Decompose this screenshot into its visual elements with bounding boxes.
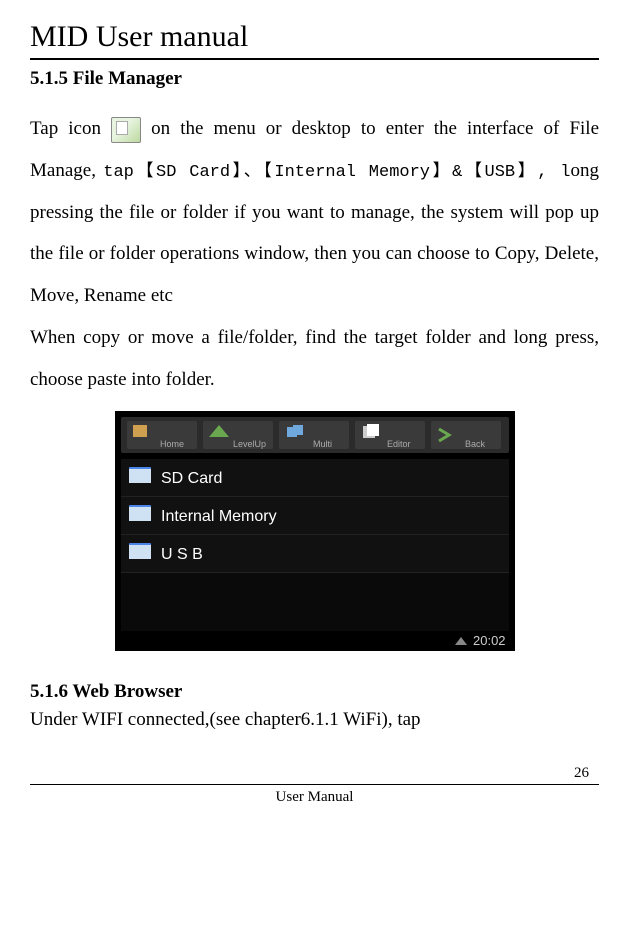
doc-title: MID User manual (30, 20, 599, 54)
statusbar-time: 20:02 (473, 633, 506, 648)
section-heading-web-browser: 5.1.6 Web Browser (30, 681, 599, 703)
toolbar-back-label: Back (465, 439, 486, 449)
file-manager-icon (111, 117, 141, 143)
toolbar-multi-label: Multi (313, 439, 332, 449)
footer-label: User Manual (30, 789, 599, 806)
section-heading-file-manager: 5.1.5 File Manager (30, 68, 599, 90)
web-browser-paragraph: Under WIFI connected,(see chapter6.1.1 W… (30, 705, 599, 735)
list-item-usb: U S B (161, 546, 203, 563)
toolbar-home-label: Home (160, 439, 184, 449)
text-fragment-mono: tap【SD Card】、【Internal Memory】&【USB】, l (103, 163, 570, 182)
file-manager-paragraph-1: Tap icon on the menu or desktop to enter… (30, 108, 599, 317)
file-manager-screenshot: Home LevelUp Multi Editor Back SD Card I… (115, 411, 515, 651)
list-item-internal: Internal Memory (161, 508, 277, 525)
text-fragment: Tap icon (30, 118, 111, 139)
toolbar-editor-label: Editor (387, 439, 411, 449)
file-manager-paragraph-2: When copy or move a file/folder, find th… (30, 317, 599, 401)
footer-rule (30, 784, 599, 785)
toolbar-levelup-label: LevelUp (233, 439, 266, 449)
title-rule (30, 58, 599, 60)
list-item-sdcard: SD Card (161, 470, 222, 487)
page-number: 26 (30, 765, 589, 782)
